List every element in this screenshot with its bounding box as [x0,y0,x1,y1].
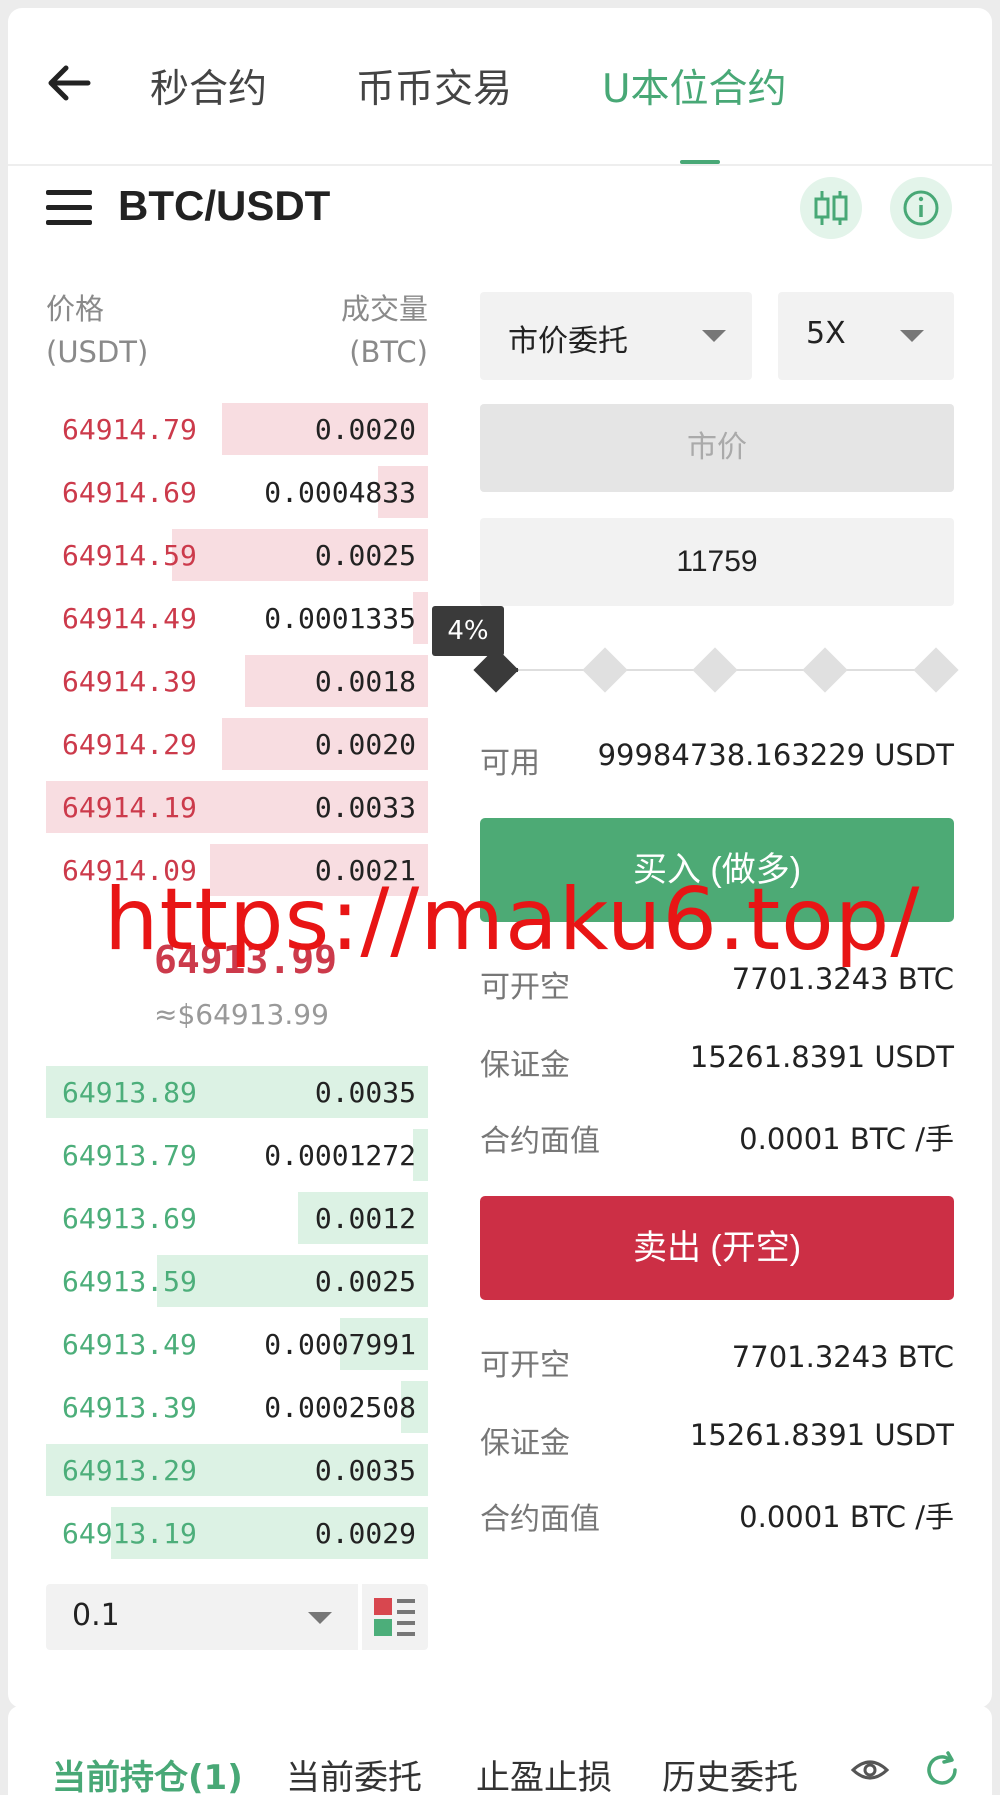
qty-header: 成交量 (BTC) [250,288,428,374]
bid-row[interactable]: 64913.59 0.0025 [46,1255,428,1307]
sell-info-value: 15261.8391 USDT [689,1418,954,1452]
ask-row[interactable]: 64914.39 0.0018 [46,655,428,707]
bid-row[interactable]: 64913.29 0.0035 [46,1444,428,1496]
bid-price: 64913.49 [62,1328,197,1361]
bid-qty: 0.0029 [314,1517,416,1550]
tab-take-profit-stop-loss[interactable]: 止盈止损 [476,1750,612,1795]
ask-price: 64914.69 [62,476,197,509]
chart-button[interactable] [800,177,862,239]
ask-price: 64914.39 [62,665,197,698]
ask-price: 64914.29 [62,728,197,761]
ask-price: 64914.59 [62,539,197,572]
chevron-down-icon [900,330,924,342]
tab-current-positions[interactable]: 当前持仓(1) [52,1750,243,1795]
depth-step-value: 0.1 [72,1598,120,1633]
ask-row[interactable]: 64914.49 0.0001335 [46,592,428,644]
tab-spot-trading[interactable]: 币币交易 [356,58,512,114]
refresh-icon[interactable] [922,1750,962,1790]
bid-price: 64913.29 [62,1454,197,1487]
bid-qty: 0.0035 [314,1454,416,1487]
price-input: 市价 [480,404,954,492]
ask-qty: 0.0033 [314,791,416,824]
order-type-value: 市价委托 [508,324,628,359]
sell-info-value: 0.0001 BTC /手 [739,1500,954,1534]
orderbook-layout-icon [374,1598,415,1636]
last-price-usd: ≈$64913.99 [154,998,329,1031]
bid-price: 64913.59 [62,1265,197,1298]
sell-info-label: 可开空 [480,1348,570,1383]
chevron-down-icon [702,330,726,342]
ask-qty: 0.0004833 [264,476,416,509]
ask-qty: 0.0020 [314,413,416,446]
ask-qty: 0.0001335 [264,602,416,635]
tab-usdt-futures[interactable]: U本位合约 [602,58,787,114]
tab-second-contract[interactable]: 秒合约 [150,58,267,114]
bid-qty: 0.0025 [314,1265,416,1298]
slider-percent-tooltip: 4% [432,606,504,656]
menu-icon[interactable] [46,188,92,228]
ask-qty: 0.0018 [314,665,416,698]
price-header-unit: (USDT) [46,335,149,369]
leverage-value: 5X [806,316,846,351]
trading-pair[interactable]: BTC/USDT [118,182,330,230]
buy-info-label: 合约面值 [480,1124,600,1159]
bid-price: 64913.39 [62,1391,197,1424]
bid-qty: 0.0007991 [264,1328,416,1361]
bid-row[interactable]: 64913.39 0.0002508 [46,1381,428,1433]
ask-row[interactable]: 64914.69 0.0004833 [46,466,428,518]
info-icon [903,190,939,226]
sell-info-label: 保证金 [480,1426,570,1461]
ask-qty: 0.0020 [314,728,416,761]
amount-input[interactable] [480,518,954,606]
chevron-down-icon [308,1612,332,1624]
bid-price: 64913.89 [62,1076,197,1109]
bid-qty: 0.0012 [314,1202,416,1235]
ask-price: 64914.19 [62,791,197,824]
ask-row[interactable]: 64914.59 0.0025 [46,529,428,581]
available-label: 可用 [480,746,540,781]
sell-info-value: 7701.3243 BTC [731,1340,954,1374]
back-arrow-icon[interactable] [44,58,94,108]
bid-price: 64913.79 [62,1139,197,1172]
ask-row[interactable]: 64914.29 0.0020 [46,718,428,770]
bid-qty: 0.0035 [314,1076,416,1109]
bid-qty: 0.0001272 [264,1139,416,1172]
buy-info-value: 15261.8391 USDT [689,1040,954,1074]
bid-qty: 0.0002508 [264,1391,416,1424]
nav-divider [8,164,992,166]
bid-row[interactable]: 64913.19 0.0029 [46,1507,428,1559]
info-button[interactable] [890,177,952,239]
bid-price: 64913.69 [62,1202,197,1235]
ask-qty: 0.0025 [314,539,416,572]
orderbook-layout-button[interactable] [362,1584,428,1650]
bid-row[interactable]: 64913.49 0.0007991 [46,1318,428,1370]
ask-price: 64914.49 [62,602,197,635]
sell-short-button[interactable]: 卖出 (开空) [480,1196,954,1300]
tab-open-orders[interactable]: 当前委托 [286,1750,422,1795]
leverage-select[interactable]: 5X [778,292,954,380]
tab-order-history[interactable]: 历史委托 [662,1750,798,1795]
bid-price: 64913.19 [62,1517,197,1550]
qty-header-unit: (BTC) [349,335,428,369]
qty-header-label: 成交量 [340,292,428,326]
price-header-label: 价格 [46,292,105,326]
ask-row[interactable]: 64914.79 0.0020 [46,403,428,455]
bid-row[interactable]: 64913.69 0.0012 [46,1192,428,1244]
eye-icon[interactable] [850,1752,890,1788]
ask-row[interactable]: 64914.19 0.0033 [46,781,428,833]
sell-info-label: 合约面值 [480,1502,600,1537]
bid-row[interactable]: 64913.79 0.0001272 [46,1129,428,1181]
order-type-select[interactable]: 市价委托 [480,292,752,380]
candlestick-chart-icon [814,191,848,225]
price-header: 价格 (USDT) [46,288,148,374]
ask-price: 64914.79 [62,413,197,446]
available-value: 99984738.163229 USDT [597,738,954,772]
watermark-url: https://maku6.top/ [104,870,921,970]
depth-step-select[interactable]: 0.1 [46,1584,358,1650]
buy-info-value: 0.0001 BTC /手 [739,1122,954,1156]
buy-info-label: 保证金 [480,1048,570,1083]
bid-row[interactable]: 64913.89 0.0035 [46,1066,428,1118]
